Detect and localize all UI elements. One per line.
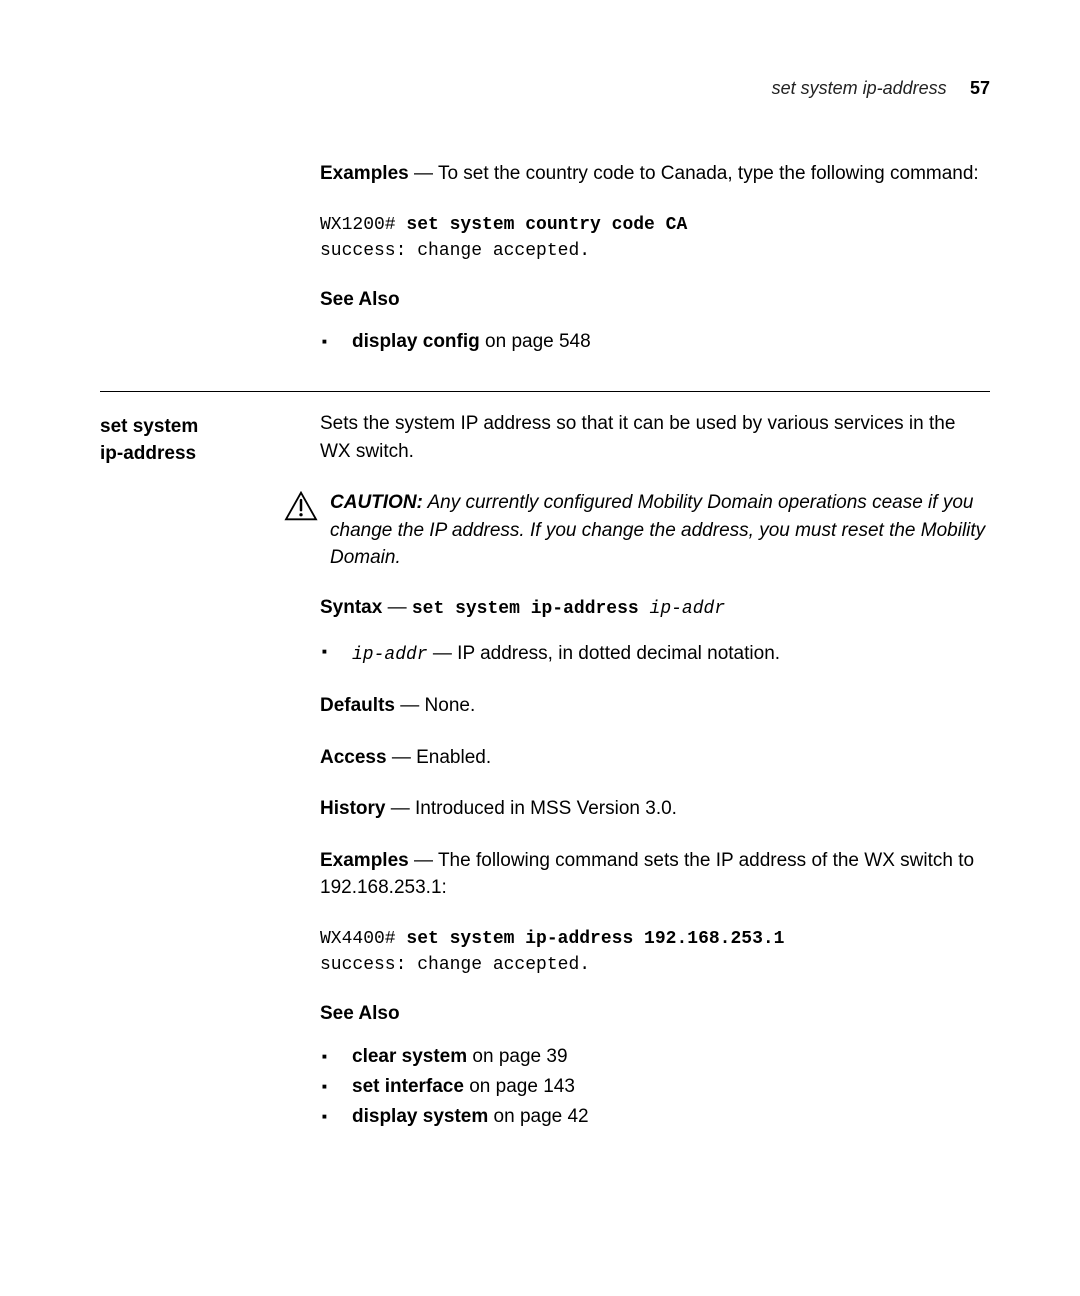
link-page: on page 39 xyxy=(467,1046,567,1067)
see-also-item: clear system on page 39 xyxy=(342,1046,990,1068)
history-label: History xyxy=(320,798,385,819)
param-list: ip-addr — IP address, in dotted decimal … xyxy=(320,640,990,668)
page-content: Examples — To set the country code to Ca… xyxy=(100,160,990,1136)
header-page-number: 57 xyxy=(970,78,990,98)
caution-text: CAUTION: Any currently configured Mobili… xyxy=(330,489,990,572)
section-divider xyxy=(100,391,990,392)
header-command-name: set system ip-address xyxy=(772,78,947,98)
page-header: set system ip-address 57 xyxy=(100,78,990,100)
see-also-heading-1: See Also xyxy=(320,286,990,314)
code-result: success: change accepted. xyxy=(320,241,590,261)
caution-body: Any currently configured Mobility Domain… xyxy=(330,492,985,568)
access-label: Access xyxy=(320,747,387,768)
intro-paragraph: Sets the system IP address so that it ca… xyxy=(320,410,990,465)
defaults-text: — None. xyxy=(395,695,475,716)
see-also-item: display system on page 42 xyxy=(342,1106,990,1128)
see-also-item: set interface on page 143 xyxy=(342,1076,990,1098)
code-prompt-2: WX4400# xyxy=(320,929,406,949)
examples-paragraph-2: Examples — The following command sets th… xyxy=(320,847,990,902)
sidebar-line-1: set system xyxy=(100,414,320,441)
code-command: set system country code CA xyxy=(406,215,687,235)
history-text: — Introduced in MSS Version 3.0. xyxy=(385,798,677,819)
link-command[interactable]: clear system xyxy=(352,1046,467,1067)
see-also-item: display config on page 548 xyxy=(342,331,990,353)
link-page: on page 548 xyxy=(480,331,591,352)
section-body: Sets the system IP address so that it ca… xyxy=(320,410,990,1135)
see-also-label: See Also xyxy=(320,289,400,310)
syntax-dash: — xyxy=(382,597,412,618)
caution-label: CAUTION: xyxy=(330,492,423,513)
syntax-line: Syntax — set system ip-address ip-addr xyxy=(320,594,990,622)
param-item: ip-addr — IP address, in dotted decimal … xyxy=(342,640,990,668)
link-command[interactable]: set interface xyxy=(352,1076,464,1097)
examples-paragraph: Examples — To set the country code to Ca… xyxy=(320,160,990,188)
link-command[interactable]: display config xyxy=(352,331,480,352)
examples-text: — To set the country code to Canada, typ… xyxy=(409,163,979,184)
see-also-label-2: See Also xyxy=(320,1003,400,1024)
link-command[interactable]: display system xyxy=(352,1106,488,1127)
see-also-heading-2: See Also xyxy=(320,1000,990,1028)
link-page: on page 42 xyxy=(488,1106,588,1127)
access-line: Access — Enabled. xyxy=(320,744,990,772)
history-line: History — Introduced in MSS Version 3.0. xyxy=(320,795,990,823)
defaults-line: Defaults — None. xyxy=(320,692,990,720)
param-name: ip-addr xyxy=(352,645,428,665)
examples-label-2: Examples xyxy=(320,850,409,871)
defaults-label: Defaults xyxy=(320,695,395,716)
syntax-label: Syntax xyxy=(320,597,382,618)
param-desc: — IP address, in dotted decimal notation… xyxy=(428,643,780,664)
see-also-list-2: clear system on page 39 set interface on… xyxy=(320,1046,990,1128)
link-page: on page 143 xyxy=(464,1076,575,1097)
sidebar-line-2: ip-address xyxy=(100,441,320,468)
code-result-2: success: change accepted. xyxy=(320,955,590,975)
syntax-param: ip-addr xyxy=(650,599,726,619)
syntax-cmd: set system ip-address xyxy=(412,599,650,619)
caution-block: CAUTION: Any currently configured Mobili… xyxy=(284,489,990,572)
code-prompt: WX1200# xyxy=(320,215,406,235)
examples-label: Examples xyxy=(320,163,409,184)
examples-text-2: — The following command sets the IP addr… xyxy=(320,850,974,899)
code-block-2: WX4400# set system ip-address 192.168.25… xyxy=(320,926,990,978)
caution-icon xyxy=(284,489,320,527)
examples-section-prev: Examples — To set the country code to Ca… xyxy=(320,160,990,361)
see-also-list-1: display config on page 548 xyxy=(320,331,990,353)
access-text: — Enabled. xyxy=(387,747,492,768)
code-block-1: WX1200# set system country code CA succe… xyxy=(320,212,990,264)
code-command-2: set system ip-address 192.168.253.1 xyxy=(406,929,784,949)
